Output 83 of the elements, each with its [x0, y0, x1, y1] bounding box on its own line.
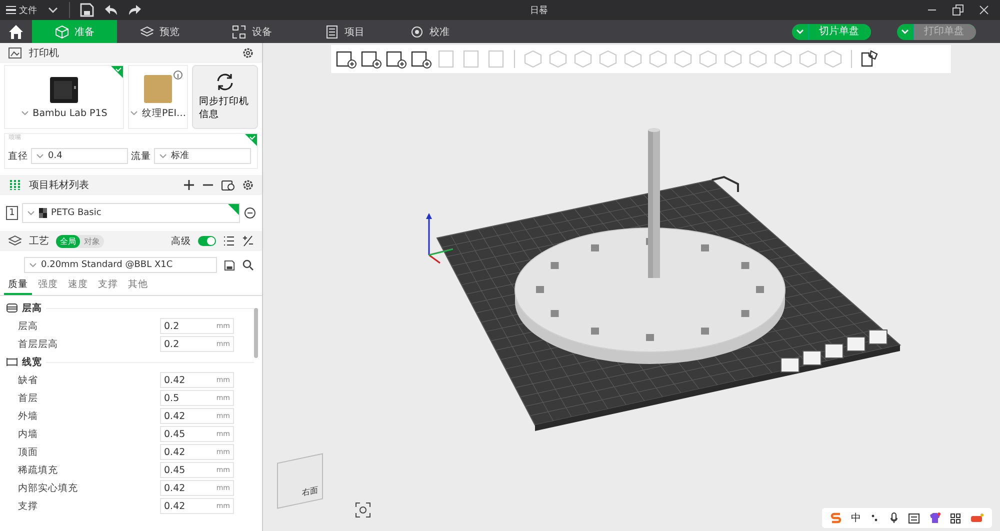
setting-label: 顶面 — [17, 446, 39, 458]
search-icon[interactable] — [242, 259, 254, 271]
view-cube[interactable]: 右面 — [277, 453, 323, 509]
add-cube-icon[interactable] — [335, 49, 357, 69]
compare-icon[interactable] — [242, 235, 254, 247]
ime-logo-icon[interactable] — [830, 512, 842, 524]
line-width-icon — [6, 357, 18, 367]
setting-label: 层高 — [17, 320, 39, 332]
layer-height-icon — [6, 303, 18, 313]
corner-flag-icon — [228, 204, 239, 215]
device-icon — [232, 24, 246, 38]
tab[interactable]: 设备 — [202, 20, 302, 43]
home-icon[interactable] — [8, 24, 24, 40]
printer-model: Bambu Lab P1S — [32, 108, 108, 118]
sync-icon[interactable] — [221, 179, 235, 191]
section-title: 项目耗材列表 — [29, 178, 89, 192]
filament-number: 1 — [6, 206, 18, 220]
setting-label: 稀疏填充 — [17, 464, 59, 476]
sync-printer-button[interactable]: 同步打印机信息 — [192, 65, 258, 129]
add-icon[interactable] — [183, 179, 195, 191]
tab[interactable]: 支撑 — [94, 275, 122, 295]
undo-icon[interactable] — [104, 4, 118, 16]
window-title: 日晷 — [530, 4, 548, 17]
setting-label: 外墙 — [17, 410, 39, 422]
tab[interactable]: 质量 — [4, 275, 32, 295]
tab[interactable]: 项目 — [302, 20, 387, 43]
group-title: 线宽 — [22, 356, 42, 368]
filament-icon — [8, 179, 22, 191]
setting-label: 首层层高 — [17, 338, 59, 350]
corner-flag-icon — [111, 66, 123, 78]
section-title: 打印机 — [29, 46, 59, 60]
shirt-icon[interactable] — [929, 512, 941, 524]
setting-label: 支撑 — [17, 500, 39, 512]
microphone-icon[interactable] — [889, 512, 899, 524]
info-icon[interactable] — [173, 70, 183, 80]
diameter-dropdown[interactable]: 0.4 — [31, 148, 128, 164]
close-icon[interactable] — [978, 4, 990, 16]
tab[interactable]: 其他 — [124, 275, 152, 295]
tab[interactable]: 速度 — [64, 275, 92, 295]
flow-dropdown[interactable]: 标准 — [154, 148, 251, 164]
section-title: 工艺 — [29, 234, 49, 248]
setting-label: 内部实心填充 — [17, 482, 79, 494]
punctuation-icon[interactable] — [870, 513, 880, 523]
settings-icon[interactable] — [242, 179, 254, 191]
save-icon[interactable] — [224, 260, 235, 270]
setting-label: 缺省 — [17, 374, 39, 386]
preset-dropdown[interactable]: 0.20mm Standard @BBL X1C — [24, 257, 217, 273]
field-label: 流量 — [131, 150, 151, 162]
swatch-icon — [39, 208, 47, 218]
field-label: 直径 — [8, 150, 28, 162]
restore-icon[interactable] — [952, 4, 964, 16]
plate-card[interactable]: 纹理PEI… — [128, 65, 188, 129]
printer-icon — [49, 76, 79, 104]
filament-dropdown[interactable]: PETG Basic — [22, 203, 240, 223]
toolbox-icon[interactable] — [970, 513, 984, 523]
tab[interactable]: 校准 — [387, 20, 472, 43]
refresh-icon — [215, 73, 235, 91]
tab[interactable]: 预览 — [117, 20, 202, 43]
tab[interactable]: 强度 — [34, 275, 62, 295]
ime-mode[interactable]: 中 — [851, 511, 861, 525]
axis-drawing — [426, 213, 454, 264]
setting-label: 内墙 — [17, 428, 39, 440]
zoom-fit-icon[interactable] — [355, 502, 371, 518]
list-icon — [324, 24, 338, 38]
list-icon[interactable] — [223, 235, 235, 247]
target-icon — [410, 24, 424, 38]
printer-icon — [8, 47, 22, 59]
settings-icon[interactable] — [242, 47, 254, 59]
setting-label: 首层 — [17, 392, 39, 404]
plate-icon — [144, 74, 172, 102]
advanced-switch[interactable] — [198, 236, 216, 246]
redo-icon[interactable] — [128, 4, 142, 16]
advanced-label: 高级 — [171, 234, 191, 248]
keyboard-icon[interactable] — [908, 512, 920, 524]
corner-flag-icon — [245, 134, 257, 146]
group-title: 层高 — [22, 302, 42, 314]
menu-icon — [6, 6, 16, 14]
more-icon[interactable] — [244, 207, 256, 219]
file-menu[interactable]: 文件 — [6, 4, 37, 16]
scrollbar[interactable] — [254, 308, 258, 358]
plate-type: 纹理PEI… — [142, 106, 186, 120]
grid-icon[interactable] — [950, 512, 961, 524]
printer-card[interactable]: Bambu Lab P1S — [4, 65, 124, 129]
